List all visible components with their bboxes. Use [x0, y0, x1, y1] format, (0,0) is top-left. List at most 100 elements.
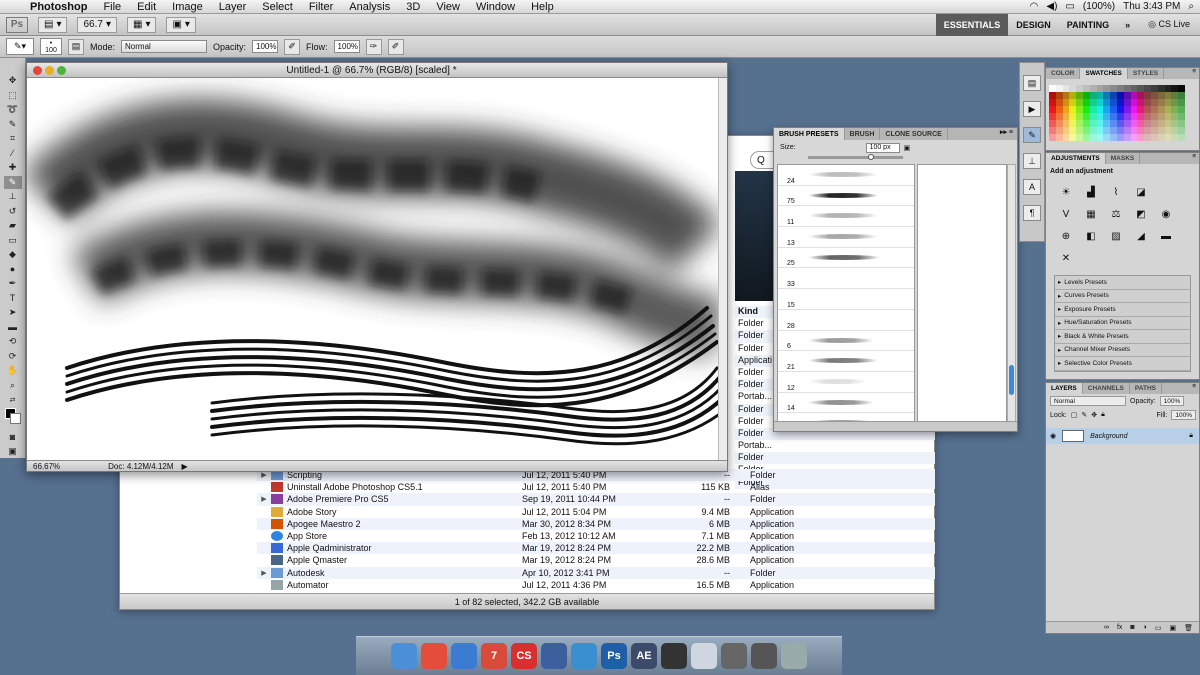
swatch[interactable] [1178, 113, 1185, 120]
swatch[interactable] [1150, 99, 1158, 106]
paragraph-panel-icon[interactable]: ¶ [1023, 205, 1041, 221]
swatch[interactable] [1076, 92, 1083, 99]
swatch[interactable] [1082, 99, 1090, 106]
zoom-button[interactable] [57, 65, 66, 75]
swatch[interactable] [1116, 99, 1124, 106]
swatch[interactable] [1062, 120, 1070, 127]
preset-exposure[interactable]: ▸ Exposure Presets [1055, 303, 1190, 317]
swatch[interactable] [1055, 134, 1063, 141]
swatch[interactable] [1089, 113, 1097, 120]
file-row[interactable]: Apple Qmaster Mar 19, 2012 8:24 PM 28.6 … [257, 554, 935, 566]
menu-edit[interactable]: Edit [129, 1, 164, 13]
swatch[interactable] [1116, 134, 1124, 141]
swatch[interactable] [1069, 127, 1077, 134]
swatch[interactable] [1137, 106, 1145, 113]
volume-icon[interactable]: ◀) [1046, 1, 1057, 12]
menu-layer[interactable]: Layer [211, 1, 255, 13]
swatch[interactable] [1130, 92, 1138, 99]
marquee-tool-icon[interactable]: ⬚ [4, 89, 22, 103]
swatch[interactable] [1049, 127, 1056, 134]
actions-panel-icon[interactable]: ▶ [1023, 101, 1041, 117]
exposure-icon[interactable]: ◪ [1133, 185, 1149, 199]
swatch[interactable] [1150, 120, 1158, 127]
swatch[interactable] [1157, 113, 1165, 120]
eraser-tool-icon[interactable]: ▰ [4, 219, 22, 233]
threshold-icon[interactable]: ◢ [1133, 229, 1149, 243]
brush-preset-picker[interactable]: • 100 [40, 38, 62, 55]
swatch[interactable] [1171, 134, 1179, 141]
flow-input[interactable]: 100% [333, 40, 360, 53]
file-row[interactable]: ▶ Adobe Premiere Pro CS5 Sep 19, 2011 10… [257, 493, 935, 506]
swatch[interactable] [1171, 120, 1179, 127]
clock[interactable]: Thu 3:43 PM [1123, 1, 1180, 12]
arrange-documents-button[interactable]: ▦ ▾ [126, 16, 157, 33]
swatch[interactable] [1123, 127, 1131, 134]
brush-preset-item[interactable]: 24 [778, 165, 914, 186]
eyedropper-tool-icon[interactable]: ⁄ [4, 147, 22, 161]
swatch[interactable] [1103, 120, 1111, 127]
brush-preset-item[interactable]: 15 [778, 289, 914, 310]
swatch[interactable] [1178, 127, 1185, 134]
swatch[interactable] [1123, 120, 1131, 127]
menu-help[interactable]: Help [523, 1, 562, 13]
swatch[interactable] [1130, 113, 1138, 120]
file-row[interactable]: App Store Feb 13, 2012 10:12 AM 7.1 MB A… [257, 530, 935, 542]
swatch[interactable] [1150, 92, 1158, 99]
minimize-button[interactable] [45, 65, 54, 75]
preset-levels[interactable]: ▸ Levels Presets [1055, 276, 1190, 290]
swatch[interactable] [1076, 99, 1083, 106]
swatch[interactable] [1123, 99, 1131, 106]
swatch[interactable] [1096, 134, 1104, 141]
swatch[interactable] [1082, 85, 1090, 92]
swatch[interactable] [1110, 134, 1117, 141]
preset-black-white[interactable]: ▸ Black & White Presets [1055, 330, 1190, 344]
type-tool-icon[interactable]: T [4, 292, 22, 306]
brush-preset-item[interactable]: 21 [778, 351, 914, 372]
swatch[interactable] [1144, 85, 1151, 92]
preview-icon[interactable] [691, 643, 717, 669]
swatch[interactable] [1178, 134, 1185, 141]
size-pressure-button[interactable]: ✐ [387, 38, 404, 55]
file-row[interactable]: ▶ Autodesk Apr 10, 2012 3:41 PM -- Folde… [257, 566, 935, 579]
swatch[interactable] [1062, 85, 1070, 92]
swatch[interactable] [1144, 106, 1151, 113]
swatch[interactable] [1171, 99, 1179, 106]
swatch[interactable] [1116, 92, 1124, 99]
quick-mask-icon[interactable]: ◙ [4, 430, 22, 444]
file-row[interactable]: Uninstall Adobe Photoshop CS5.1 Jul 12, … [257, 481, 935, 493]
swatch[interactable] [1089, 106, 1097, 113]
brush-preset-item[interactable]: 14 [778, 393, 914, 414]
swatch[interactable] [1171, 127, 1179, 134]
menu-analysis[interactable]: Analysis [341, 1, 398, 13]
levels-icon[interactable]: ▟ [1083, 185, 1099, 199]
swatch[interactable] [1103, 106, 1111, 113]
swatch[interactable] [1123, 134, 1131, 141]
swatch[interactable] [1055, 99, 1063, 106]
zoom-level-dropdown[interactable]: 66.7 ▾ [77, 16, 117, 33]
swatch[interactable] [1178, 85, 1185, 92]
swatch[interactable] [1157, 92, 1165, 99]
swatch[interactable] [1082, 127, 1090, 134]
swatch[interactable] [1144, 113, 1151, 120]
mode-select[interactable]: Normal [121, 40, 208, 53]
swatch[interactable] [1123, 92, 1131, 99]
file-row[interactable]: Adobe Story Jul 12, 2011 5:04 PM 9.4 MB … [257, 506, 935, 518]
tab-channels[interactable]: CHANNELS [1083, 383, 1130, 394]
document-title-bar[interactable]: Untitled-1 @ 66.7% (RGB/8) [scaled] * [27, 63, 727, 78]
brush-preset-item[interactable]: 25 [778, 248, 914, 269]
swatch[interactable] [1130, 127, 1138, 134]
swatch[interactable] [1055, 106, 1063, 113]
clone-stamp-tool-icon[interactable]: ⊥ [4, 190, 22, 204]
crop-tool-icon[interactable]: ⌗ [4, 132, 22, 146]
swatch[interactable] [1096, 127, 1104, 134]
selective-color-icon[interactable]: ✕ [1058, 251, 1074, 265]
swatch[interactable] [1150, 85, 1158, 92]
swatch[interactable] [1089, 120, 1097, 127]
panel-menu-icon[interactable]: ≡ [1192, 153, 1199, 164]
menu-filter[interactable]: Filter [301, 1, 341, 13]
swatch[interactable] [1144, 120, 1151, 127]
preset-channel-mixer[interactable]: ▸ Channel Mixer Presets [1055, 344, 1190, 357]
swatch[interactable] [1178, 120, 1185, 127]
spotlight-icon[interactable]: ⌕ [1188, 1, 1194, 12]
swatch[interactable] [1096, 113, 1104, 120]
